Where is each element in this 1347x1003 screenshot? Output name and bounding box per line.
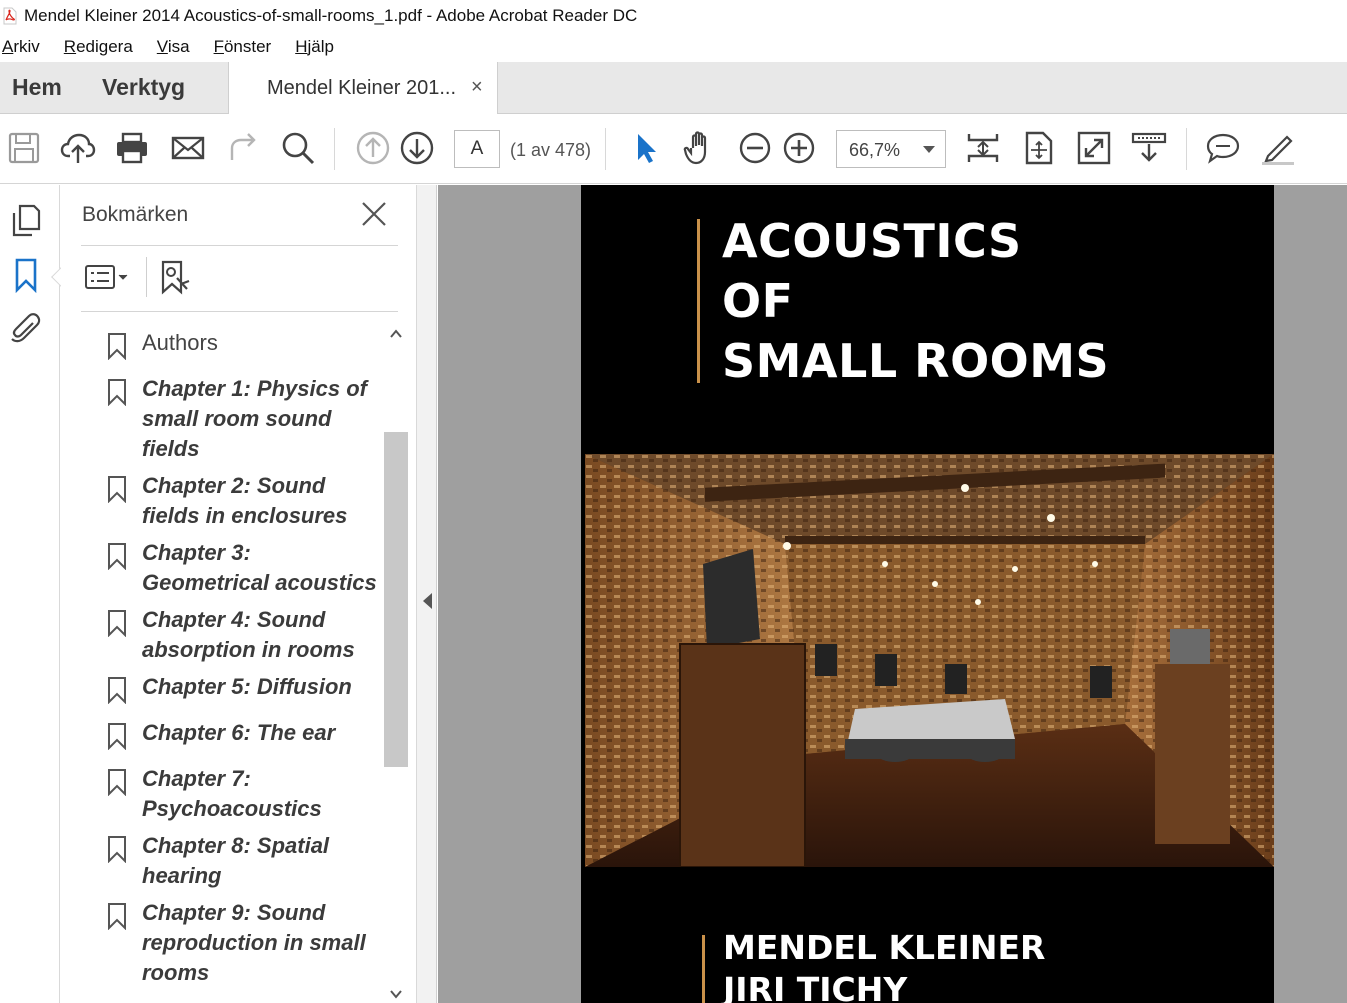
collapse-panel-icon[interactable] <box>423 593 432 609</box>
pdf-page: ACOUSTICS OF SMALL ROOMS MENDEL KLEINER … <box>581 185 1274 1003</box>
cover-title-line: ACOUSTICS <box>722 214 1022 268</box>
menu-fonster[interactable]: Fönster <box>214 37 272 57</box>
toolbar: A (1 av 478) 66,7% <box>0 114 1347 184</box>
print-icon[interactable] <box>114 130 150 166</box>
bookmark-label: Chapter 5: Diffusion <box>142 674 352 699</box>
bookmark-panel-icon[interactable] <box>8 257 44 294</box>
comment-icon[interactable] <box>1205 130 1241 166</box>
highlight-pen-icon[interactable] <box>1260 130 1296 166</box>
tab-bar: Hem Verktyg Mendel Kleiner 201... × <box>0 62 1347 115</box>
cover-title: ACOUSTICS OF SMALL ROOMS <box>722 211 1109 391</box>
chevron-up-icon[interactable] <box>390 328 402 340</box>
bookmark-icon <box>108 610 126 637</box>
select-tool-icon[interactable] <box>628 130 664 166</box>
panel-splitter[interactable] <box>417 185 437 1003</box>
cloud-upload-icon[interactable] <box>60 130 96 166</box>
cover-photo <box>585 454 1274 867</box>
navigation-rail <box>0 185 71 1003</box>
zoom-out-icon[interactable] <box>737 130 773 166</box>
bookmark-label: Chapter 7: Psychoacoustics <box>142 766 322 821</box>
page-number-input[interactable]: A <box>454 130 500 168</box>
attachment-icon[interactable] <box>8 311 44 347</box>
author-accent-line <box>702 935 705 1003</box>
bookmark-icon <box>108 677 126 704</box>
title-accent-line <box>697 219 700 383</box>
page-thumbnails-icon[interactable] <box>8 203 44 239</box>
bookmark-icon <box>108 836 126 863</box>
bookmark-label: Chapter 6: The ear <box>142 720 336 745</box>
tab-tools[interactable]: Verktyg <box>102 74 185 101</box>
toolbar-separator <box>334 128 335 170</box>
zoom-select[interactable]: 66,7% <box>836 130 946 168</box>
bookmark-icon <box>108 543 126 570</box>
bookmark-label: Authors <box>142 330 218 355</box>
menu-hjalp[interactable]: Hjälp <box>295 37 334 57</box>
bookmarks-scrollbar[interactable] <box>384 320 408 1003</box>
bookmark-icon <box>108 723 126 750</box>
window-title: Mendel Kleiner 2014 Acoustics-of-small-r… <box>24 6 638 25</box>
close-icon[interactable] <box>359 199 389 229</box>
chevron-down-icon[interactable] <box>390 988 402 1000</box>
new-bookmark-icon[interactable] <box>157 259 193 295</box>
cover-title-line: SMALL ROOMS <box>722 334 1110 388</box>
pdf-file-icon <box>2 7 18 25</box>
full-screen-icon[interactable] <box>1076 130 1112 166</box>
chevron-down-icon <box>923 146 935 153</box>
page-count: (1 av 478) <box>510 140 592 160</box>
rotate-page-icon[interactable] <box>1021 130 1057 166</box>
divider <box>81 245 398 246</box>
divider <box>81 311 398 312</box>
scrollbar-thumb[interactable] <box>384 432 408 767</box>
zoom-in-icon[interactable] <box>781 130 817 166</box>
bookmark-label: Chapter 2: Sound fields in enclosures <box>142 473 348 528</box>
bookmarks-header: Bokmärken <box>82 203 189 226</box>
menu-bar: Arkiv Redigera Visa Fönster Hjälp <box>0 33 1347 61</box>
close-tab-icon[interactable]: × <box>471 76 483 99</box>
bookmark-label: Chapter 9: Sound reproduction in small r… <box>142 900 366 985</box>
bookmark-label: Chapter 8: Spatial hearing <box>142 833 330 888</box>
bookmark-options-button[interactable] <box>85 263 131 291</box>
bookmark-icon <box>108 379 126 406</box>
next-page-icon[interactable] <box>399 130 435 166</box>
bookmark-label: Chapter 1: Physics of small room sound f… <box>142 376 367 461</box>
mail-icon[interactable] <box>170 130 206 166</box>
fit-page-icon[interactable] <box>965 130 1001 166</box>
toolbar-separator <box>1186 128 1187 170</box>
redo-icon[interactable] <box>224 130 260 166</box>
bookmark-label: Chapter 3: Geometrical acoustics <box>142 540 377 595</box>
scroll-mode-icon[interactable] <box>1131 130 1167 166</box>
cover-authors: MENDEL KLEINER JIRI TICHY <box>723 927 1045 1003</box>
toolbar-separator <box>605 128 606 170</box>
zoom-value: 66,7% <box>849 140 901 160</box>
divider <box>146 257 147 297</box>
bookmark-icon <box>108 903 126 930</box>
tab-document[interactable]: Mendel Kleiner 201... × <box>228 62 498 115</box>
bookmark-icon <box>108 476 126 503</box>
cover-author-line: JIRI TICHY <box>723 970 908 1003</box>
bookmark-list: Authors Chapter 1: Physics of small room… <box>81 318 381 1003</box>
menu-redigera[interactable]: Redigera <box>64 37 133 57</box>
title-bar: Mendel Kleiner 2014 Acoustics-of-small-r… <box>0 0 1347 32</box>
search-icon[interactable] <box>280 130 316 166</box>
document-viewer[interactable]: ACOUSTICS OF SMALL ROOMS MENDEL KLEINER … <box>438 185 1347 1003</box>
hand-tool-icon[interactable] <box>682 130 718 166</box>
bookmark-label: Chapter 4: Sound absorption in rooms <box>142 607 355 662</box>
menu-visa[interactable]: Visa <box>157 37 190 57</box>
bookmarks-panel: Bokmärken Authors Chapter 1: Physics of … <box>61 185 417 1003</box>
cover-title-line: OF <box>722 274 794 328</box>
bookmark-icon <box>108 333 126 360</box>
cover-author-line: MENDEL KLEINER <box>723 928 1046 967</box>
previous-page-icon[interactable] <box>355 130 391 166</box>
menu-arkiv[interactable]: Arkiv <box>2 37 40 57</box>
save-icon[interactable] <box>6 130 42 166</box>
bookmark-item-partial[interactable] <box>81 318 381 324</box>
bookmark-icon <box>108 769 126 796</box>
tab-document-label: Mendel Kleiner 201... <box>267 77 457 99</box>
tab-home[interactable]: Hem <box>12 74 62 101</box>
